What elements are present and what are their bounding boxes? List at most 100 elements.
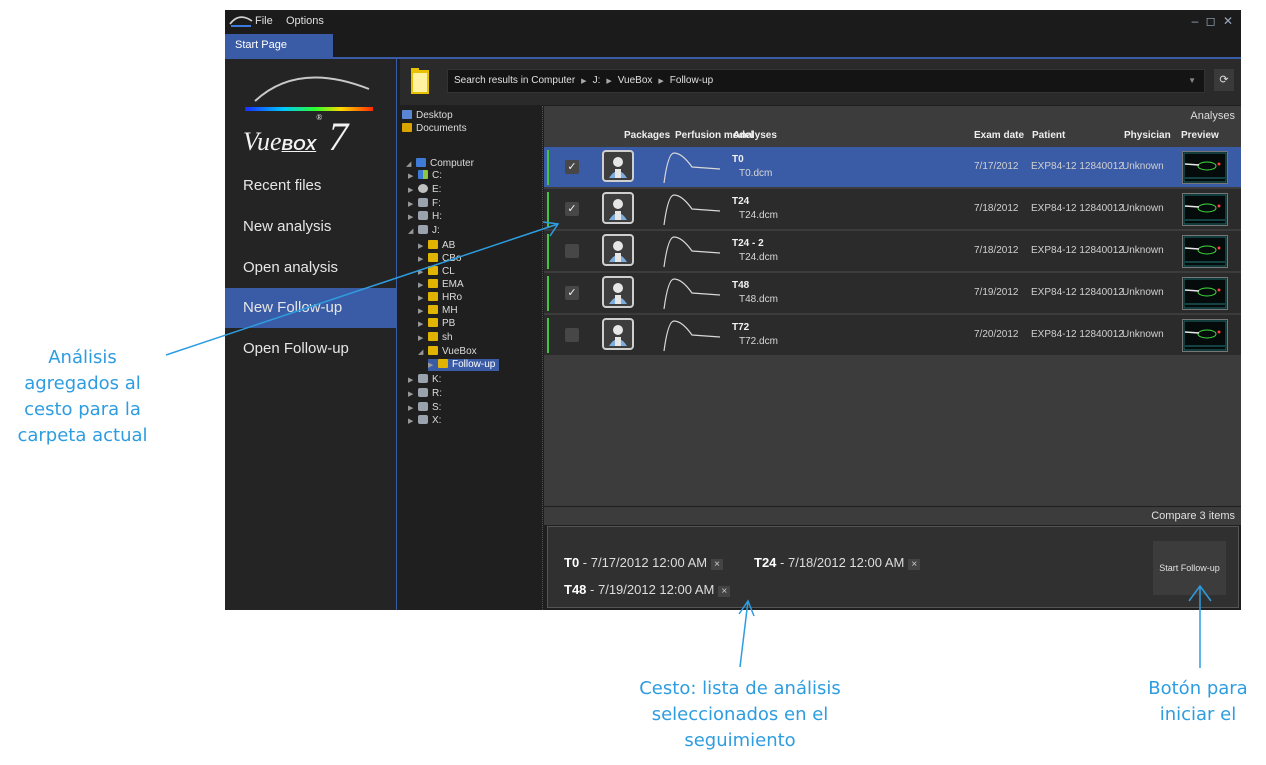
basket-item-name: T48: [564, 582, 587, 597]
preview-thumbnail[interactable]: [1182, 319, 1228, 352]
tree-item[interactable]: ▶ C:: [408, 170, 442, 182]
checkbox-checked[interactable]: ✓: [565, 160, 579, 174]
tree-item[interactable]: ▶ K:: [408, 374, 441, 386]
physician-name: Unknown: [1122, 203, 1164, 214]
expand-arrow-icon[interactable]: ▶: [408, 212, 418, 224]
header-preview[interactable]: Preview: [1181, 130, 1219, 141]
analysis-name: T24: [732, 196, 750, 207]
tree-item[interactable]: ▶ R:: [408, 388, 442, 400]
tree-item[interactable]: ◢ J:: [408, 225, 440, 237]
start-follow-up-button[interactable]: Start Follow-up: [1153, 541, 1226, 595]
expand-arrow-icon[interactable]: ▶: [428, 360, 438, 372]
checkbox-checked[interactable]: ✓: [565, 202, 579, 216]
collapse-arrow-icon[interactable]: ◢: [418, 347, 428, 359]
tree-item[interactable]: ▶ MH: [418, 305, 458, 317]
expand-arrow-icon[interactable]: ▶: [418, 241, 428, 253]
annotation-line: seguimiento: [684, 730, 796, 751]
tree-item[interactable]: ◢ VueBox: [418, 346, 477, 358]
header-analyses[interactable]: Analyses: [733, 130, 777, 141]
exam-date: 7/19/2012: [974, 287, 1019, 298]
remove-icon[interactable]: ×: [718, 586, 731, 597]
nav-new-analysis[interactable]: New analysis: [225, 207, 397, 247]
refresh-button[interactable]: ⟳: [1214, 69, 1234, 91]
tree-item[interactable]: ▶ E:: [408, 184, 441, 196]
header-physician[interactable]: Physician: [1124, 130, 1171, 141]
annotation-left: Análisis agregados al cesto para la carp…: [0, 345, 165, 449]
preview-thumbnail[interactable]: [1182, 277, 1228, 310]
tab-start-page[interactable]: Start Page: [225, 34, 333, 57]
nav-open-follow-up[interactable]: Open Follow-up: [225, 329, 397, 369]
expand-arrow-icon[interactable]: ▶: [418, 280, 428, 292]
tree-item-label: H:: [432, 211, 442, 222]
expand-arrow-icon[interactable]: ▶: [408, 403, 418, 415]
expand-arrow-icon[interactable]: ▶: [418, 267, 428, 279]
expand-arrow-icon[interactable]: ▶: [418, 319, 428, 331]
network-drive-icon: [418, 225, 428, 234]
preview-thumbnail[interactable]: [1182, 235, 1228, 268]
expand-arrow-icon[interactable]: ▶: [408, 171, 418, 183]
tree-item[interactable]: ▶ Follow-up: [428, 359, 500, 372]
expand-arrow-icon[interactable]: ▶: [408, 199, 418, 211]
collapse-arrow-icon[interactable]: ◢: [408, 226, 418, 238]
analysis-file: T0.dcm: [739, 168, 773, 179]
tree-item[interactable]: ▶ PB: [418, 318, 455, 330]
expand-arrow-icon[interactable]: ▶: [408, 416, 418, 428]
chevron-right-icon: ▶: [606, 78, 612, 85]
path-segment[interactable]: J:: [593, 75, 601, 86]
remove-icon[interactable]: ×: [711, 559, 723, 570]
tree-item[interactable]: ▶ AB: [418, 240, 455, 252]
menu-options[interactable]: Options: [286, 15, 324, 27]
patient-package-icon: [602, 150, 634, 182]
expand-arrow-icon[interactable]: ▶: [418, 293, 428, 305]
tree-item[interactable]: Documents: [402, 123, 467, 135]
expand-arrow-icon[interactable]: ▶: [408, 375, 418, 387]
menu-file[interactable]: File: [255, 15, 273, 27]
network-drive-icon: [418, 211, 428, 220]
analysis-row[interactable]: ✓ T48 T48.dcm 7/19/2012 EXP84-12 12840012 Unk…: [544, 273, 1241, 314]
expand-arrow-icon[interactable]: ▶: [418, 333, 428, 345]
expand-arrow-icon[interactable]: ▶: [408, 389, 418, 401]
tree-item[interactable]: ▶ sh: [418, 332, 453, 344]
tree-item-label: CBo: [442, 253, 462, 264]
checkbox-unchecked[interactable]: [565, 328, 579, 342]
nav-new-follow-up[interactable]: New Follow-up: [225, 288, 397, 328]
path-segment[interactable]: VueBox: [618, 75, 653, 86]
path-breadcrumb[interactable]: Search results in Computer ▶ J: ▶ VueBox ▶ Fol…: [447, 69, 1205, 93]
tree-item[interactable]: ▶ X:: [408, 415, 441, 427]
path-segment[interactable]: Computer: [531, 75, 575, 86]
basket-item-date: - 7/19/2012 12:00 AM: [590, 582, 715, 597]
annotation-line: seleccionados en el: [651, 704, 829, 725]
window-controls[interactable]: – ◻ ✕: [1192, 14, 1235, 28]
tree-item[interactable]: ▶ CBo: [418, 253, 461, 265]
tree-item[interactable]: ▶ CL: [418, 266, 455, 278]
path-segment[interactable]: Follow-up: [670, 75, 713, 86]
header-patient[interactable]: Patient: [1032, 130, 1065, 141]
tree-item[interactable]: ▶ HRo: [418, 292, 462, 304]
checkbox-checked[interactable]: ✓: [565, 286, 579, 300]
expand-arrow-icon[interactable]: ▶: [408, 185, 418, 197]
physician-name: Unknown: [1122, 245, 1164, 256]
tree-item[interactable]: Desktop: [402, 110, 453, 122]
analysis-row[interactable]: T24 - 2 T24.dcm 7/18/2012 EXP84-12 12840012…: [544, 231, 1241, 272]
nav-recent-files[interactable]: Recent files: [225, 166, 397, 206]
tree-item[interactable]: ▶ EMA: [418, 279, 464, 291]
preview-thumbnail[interactable]: [1182, 193, 1228, 226]
tree-item[interactable]: ▶ H:: [408, 211, 442, 223]
header-exam-date[interactable]: Exam date: [974, 130, 1024, 141]
expand-arrow-icon[interactable]: ▶: [418, 254, 428, 266]
remove-icon[interactable]: ×: [908, 559, 921, 570]
tree-item[interactable]: ▶ F:: [408, 198, 441, 210]
annotation-arrow-bottom: [739, 600, 749, 668]
nav-open-analysis[interactable]: Open analysis: [225, 248, 397, 288]
tree-item[interactable]: ◢ Computer: [406, 158, 474, 170]
tree-item[interactable]: ▶ S:: [408, 402, 441, 414]
checkbox-unchecked[interactable]: [565, 244, 579, 258]
expand-arrow-icon[interactable]: ▶: [418, 306, 428, 318]
analysis-row[interactable]: ✓ T24 T24.dcm 7/18/2012 EXP84-12 12840012 Unk…: [544, 189, 1241, 230]
preview-thumbnail[interactable]: [1182, 151, 1228, 184]
analysis-row[interactable]: T72 T72.dcm 7/20/2012 EXP84-12 12840012 Unkn…: [544, 315, 1241, 356]
chevron-down-icon[interactable]: ▼: [1188, 70, 1196, 92]
tab-strip: Start Page: [225, 34, 1241, 59]
header-packages[interactable]: Packages: [624, 130, 670, 141]
analysis-row[interactable]: ✓ T0 T0.dcm 7/17/2012 EXP84-12 12840012 Unkno…: [544, 147, 1241, 188]
